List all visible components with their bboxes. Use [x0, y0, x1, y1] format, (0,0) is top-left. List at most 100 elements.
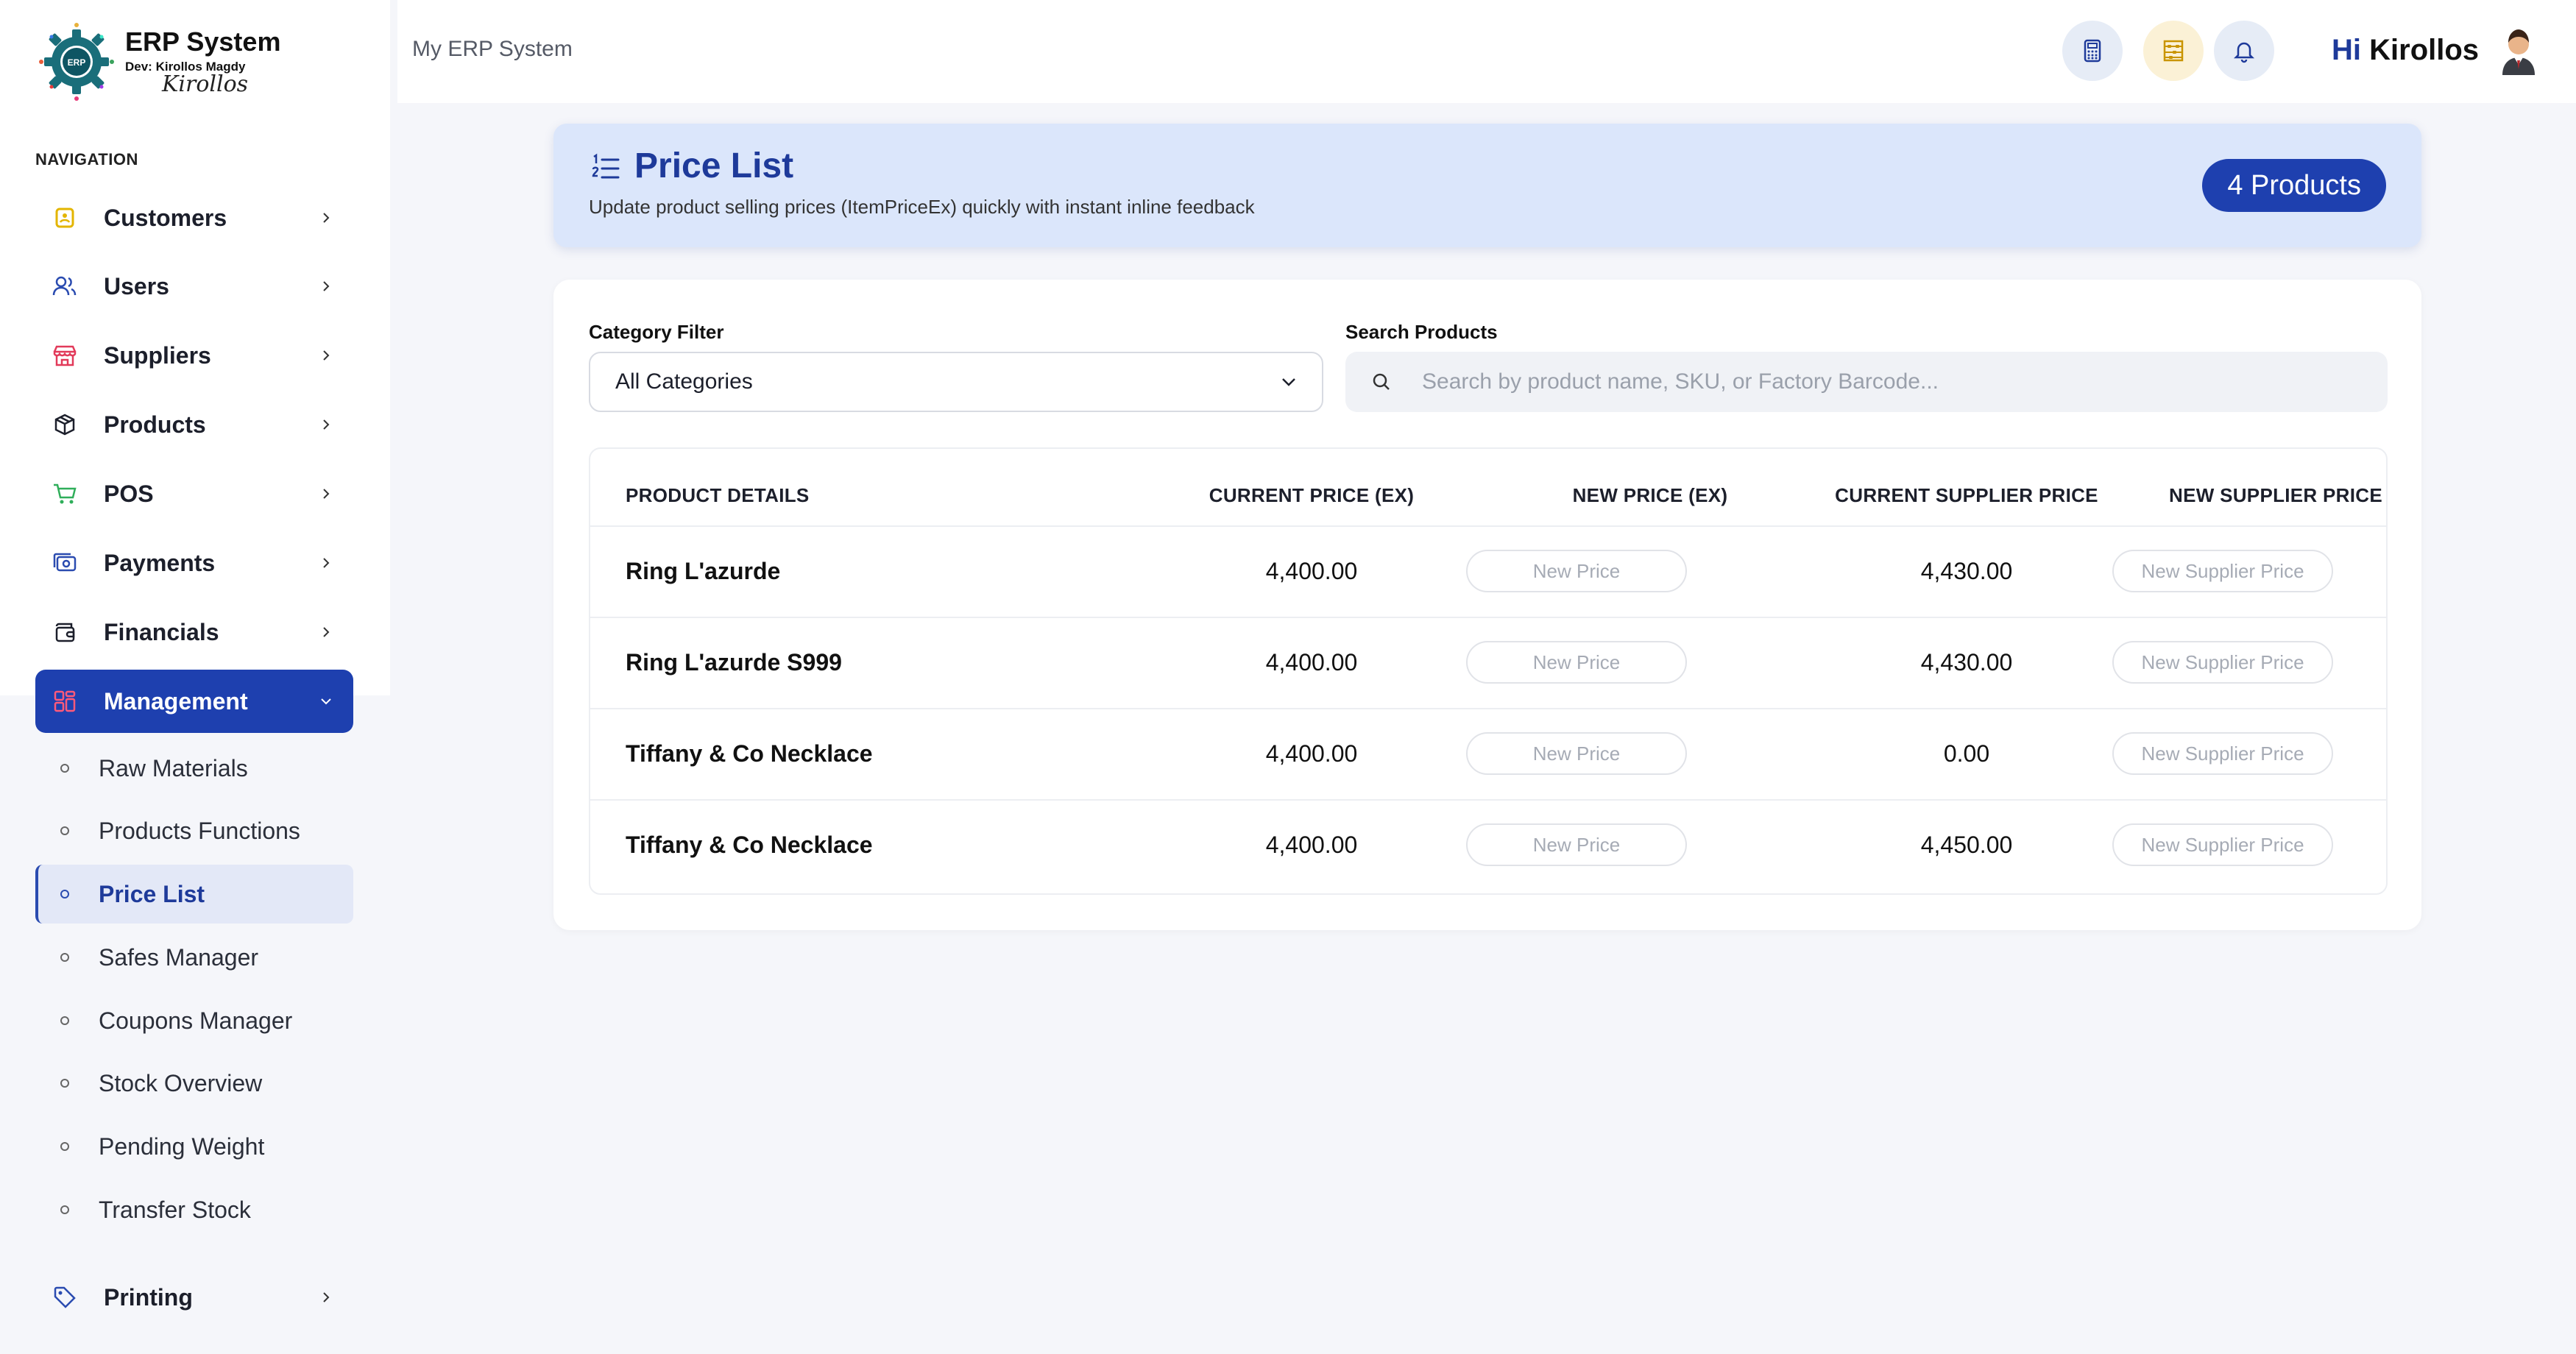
column-header-new-supplier-price: NEW SUPPLIER PRICE [2169, 484, 2382, 506]
submenu-item-products-functions[interactable]: Products Functions [35, 801, 353, 860]
store-icon [50, 341, 79, 370]
sidebar-item-financials[interactable]: Financials [35, 600, 353, 664]
bullet-icon [60, 1205, 69, 1214]
page-title: Price List [634, 146, 794, 185]
app-title: ERP System [125, 26, 281, 57]
grid-icon [50, 687, 79, 716]
new-price-input[interactable] [1466, 823, 1687, 866]
navigation-heading: NAVIGATION [35, 150, 138, 169]
calculator-button[interactable] [2062, 21, 2123, 81]
column-header-current-price: CURRENT PRICE (EX) [1209, 484, 1415, 506]
bullet-icon [60, 1079, 69, 1088]
sidebar-item-pos[interactable]: POS [35, 462, 353, 525]
column-header-current-supplier-price: CURRENT SUPPLIER PRICE [1835, 484, 2098, 506]
wallet-icon [50, 617, 79, 647]
category-filter-label: Category Filter [589, 321, 724, 343]
sidebar: ERP ERP System Dev: Kirollos Magdy Kirol… [0, 0, 390, 1354]
column-header-product-details: PRODUCT DETAILS [626, 484, 810, 506]
user-greeting[interactable]: Hi Kirollos [2332, 34, 2479, 67]
sidebar-item-customers[interactable]: Customers [35, 186, 353, 249]
notifications-button[interactable] [2214, 21, 2274, 81]
chevron-down-icon [315, 690, 337, 712]
sidebar-item-suppliers[interactable]: Suppliers [35, 324, 353, 387]
submenu-item-raw-materials[interactable]: Raw Materials [35, 739, 353, 798]
bullet-icon [60, 1016, 69, 1025]
current-price: 4,400.00 [1265, 832, 1358, 858]
bullet-icon [60, 764, 69, 773]
sidebar-item-label: Customers [104, 204, 227, 231]
sidebar-item-label: Printing [104, 1283, 193, 1311]
abacus-button[interactable] [2143, 21, 2204, 81]
chevron-right-icon [315, 621, 337, 643]
page-header-card: Price List Update product selling prices… [553, 124, 2421, 247]
user-avatar-icon[interactable] [2497, 26, 2541, 75]
category-filter-select[interactable]: All Categories [589, 352, 1323, 412]
current-supplier-price: 0.00 [1943, 740, 1990, 767]
developer-signature: Kirollos [162, 71, 249, 97]
chevron-right-icon [315, 552, 337, 574]
table-row: Tiffany & Co Necklace 4,400.00 4,450.00 [590, 799, 2386, 890]
submenu-item-pending-weight[interactable]: Pending Weight [35, 1117, 353, 1176]
new-price-input[interactable] [1466, 550, 1687, 592]
new-supplier-price-input[interactable] [2112, 823, 2333, 866]
submenu-item-label: Safes Manager [99, 943, 259, 971]
submenu-item-coupons-manager[interactable]: Coupons Manager [35, 991, 353, 1050]
box-icon [50, 410, 79, 439]
sidebar-item-printing[interactable]: Printing [35, 1266, 353, 1329]
search-icon [1373, 373, 1390, 390]
product-name: Tiffany & Co Necklace [626, 740, 873, 767]
sidebar-item-products[interactable]: Products [35, 393, 353, 456]
product-name: Ring L'azurde S999 [626, 649, 842, 676]
sidebar-item-management[interactable]: Management [35, 670, 353, 733]
calculator-icon [2084, 39, 2101, 63]
sidebar-item-label: Management [104, 687, 248, 715]
payments-icon [50, 548, 79, 578]
sidebar-item-label: Payments [104, 549, 216, 576]
user-name: Kirollos [2369, 34, 2480, 66]
current-price: 4,400.00 [1265, 649, 1358, 676]
search-products-input[interactable] [1422, 369, 2305, 394]
table-row: Ring L'azurde 4,400.00 4,430.00 [590, 525, 2386, 617]
products-count-badge: 4 Products [2202, 159, 2386, 212]
chevron-right-icon [315, 207, 337, 229]
column-header-new-price: NEW PRICE (EX) [1572, 484, 1728, 506]
new-price-input[interactable] [1466, 641, 1687, 684]
new-supplier-price-input[interactable] [2112, 732, 2333, 775]
svg-text:ERP: ERP [68, 57, 86, 68]
new-price-input[interactable] [1466, 732, 1687, 775]
submenu-item-label: Price List [99, 880, 205, 907]
submenu-item-transfer-stock[interactable]: Transfer Stock [35, 1180, 353, 1239]
chevron-down-icon [1282, 378, 1295, 386]
chevron-right-icon [315, 275, 337, 297]
sidebar-item-label: Suppliers [104, 341, 211, 369]
greeting-hi: Hi [2332, 34, 2361, 66]
submenu-item-safes-manager[interactable]: Safes Manager [35, 928, 353, 987]
submenu-item-stock-overview[interactable]: Stock Overview [35, 1054, 353, 1113]
sidebar-item-payments[interactable]: Payments [35, 531, 353, 595]
new-supplier-price-input[interactable] [2112, 641, 2333, 684]
search-products-label: Search Products [1345, 321, 1498, 343]
current-supplier-price: 4,450.00 [1920, 832, 2013, 858]
sidebar-item-users[interactable]: Users [35, 255, 353, 318]
chevron-right-icon [315, 414, 337, 436]
current-price: 4,400.00 [1265, 558, 1358, 584]
cart-icon [50, 479, 79, 508]
erp-gear-logo-icon: ERP [39, 23, 114, 101]
current-supplier-price: 4,430.00 [1920, 558, 2013, 584]
bullet-icon [60, 890, 69, 898]
submenu-item-label: Transfer Stock [99, 1196, 251, 1223]
page-subtitle: Update product selling prices (ItemPrice… [589, 196, 1255, 218]
submenu-item-label: Coupons Manager [99, 1007, 293, 1034]
tag-icon [50, 1283, 79, 1312]
bullet-icon [60, 953, 69, 962]
sidebar-item-label: Users [104, 272, 169, 299]
sidebar-item-label: Products [104, 411, 206, 438]
topbar-title: My ERP System [412, 37, 573, 61]
app-logo[interactable]: ERP ERP System Dev: Kirollos Magdy Kirol… [35, 21, 280, 103]
submenu-item-label: Pending Weight [99, 1133, 265, 1160]
list-ordered-icon [592, 153, 620, 179]
submenu-item-price-list[interactable]: Price List [35, 865, 353, 924]
sidebar-item-label: Financials [104, 618, 219, 645]
new-supplier-price-input[interactable] [2112, 550, 2333, 592]
current-supplier-price: 4,430.00 [1920, 649, 2013, 676]
